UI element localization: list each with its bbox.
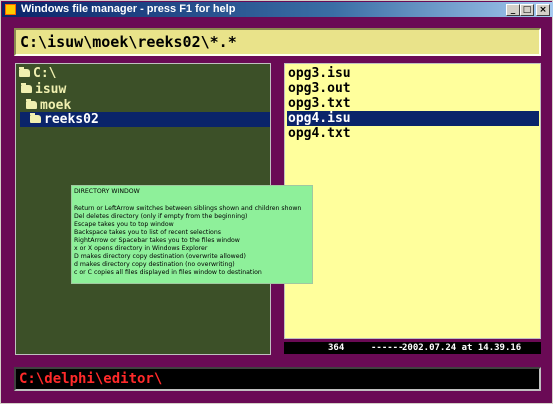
file-attributes: ------ [371, 343, 404, 353]
directory-item-root[interactable]: C:\ [19, 66, 269, 81]
folder-icon [26, 99, 37, 109]
file-item[interactable]: opg3.isu [287, 66, 539, 81]
directory-label: moek [40, 98, 72, 113]
help-tooltip: DIRECTORY WINDOW Return or LeftArrow swi… [71, 185, 313, 284]
app-window: Windows file manager - press F1 for help… [0, 0, 553, 404]
help-line: Escape takes you to top window [74, 221, 174, 228]
help-line: x or X opens directory in Windows Explor… [74, 245, 208, 252]
maximize-button[interactable]: □ [520, 4, 534, 16]
help-line: D makes directory copy destination (over… [74, 253, 246, 260]
close-button[interactable]: × [536, 4, 550, 16]
minimize-button[interactable]: _ [506, 4, 520, 16]
help-line: c or C copies all files displayed in fil… [74, 269, 262, 276]
files-window[interactable]: opg3.isu opg3.out opg3.txt opg4.isu opg4… [284, 63, 541, 339]
file-item[interactable]: opg4.txt [287, 126, 539, 141]
help-line: Backspace takes you to list of recent se… [74, 229, 221, 236]
file-item[interactable]: opg3.out [287, 81, 539, 96]
app-icon [5, 4, 16, 15]
help-line: Return or LeftArrow switches between sib… [74, 205, 302, 212]
directory-label: C:\ [33, 66, 57, 81]
command-input[interactable]: C:\delphi\editor\ [14, 367, 541, 391]
help-title: DIRECTORY WINDOW [74, 188, 140, 195]
directory-label: isuw [35, 82, 67, 97]
file-item-selected[interactable]: opg4.isu [287, 111, 539, 126]
window-title: Windows file manager - press F1 for help [21, 3, 236, 15]
path-input[interactable]: C:\isuw\moek\reeks02\*.* [14, 28, 541, 56]
file-size: 364 [328, 343, 345, 353]
help-line: RightArrow or Spacebar takes you to the … [74, 237, 240, 244]
status-bar: 364 ------ 2002.07.24 at 14.39.16 [284, 342, 541, 354]
title-bar[interactable]: Windows file manager - press F1 for help… [2, 2, 553, 17]
directory-item-isuw[interactable]: isuw [21, 82, 269, 97]
directory-item-reeks02[interactable]: reeks02 [20, 112, 270, 127]
help-line: Del deletes directory (only if empty fro… [74, 213, 248, 220]
directory-label: reeks02 [44, 112, 99, 127]
file-timestamp: 2002.07.24 at 14.39.16 [402, 343, 522, 353]
help-line: d makes directory copy destination (no o… [74, 261, 235, 268]
folder-icon [21, 83, 32, 93]
folder-icon [30, 113, 41, 123]
directory-item-moek[interactable]: moek [26, 98, 269, 113]
folder-icon [19, 67, 30, 77]
file-item[interactable]: opg3.txt [287, 96, 539, 111]
